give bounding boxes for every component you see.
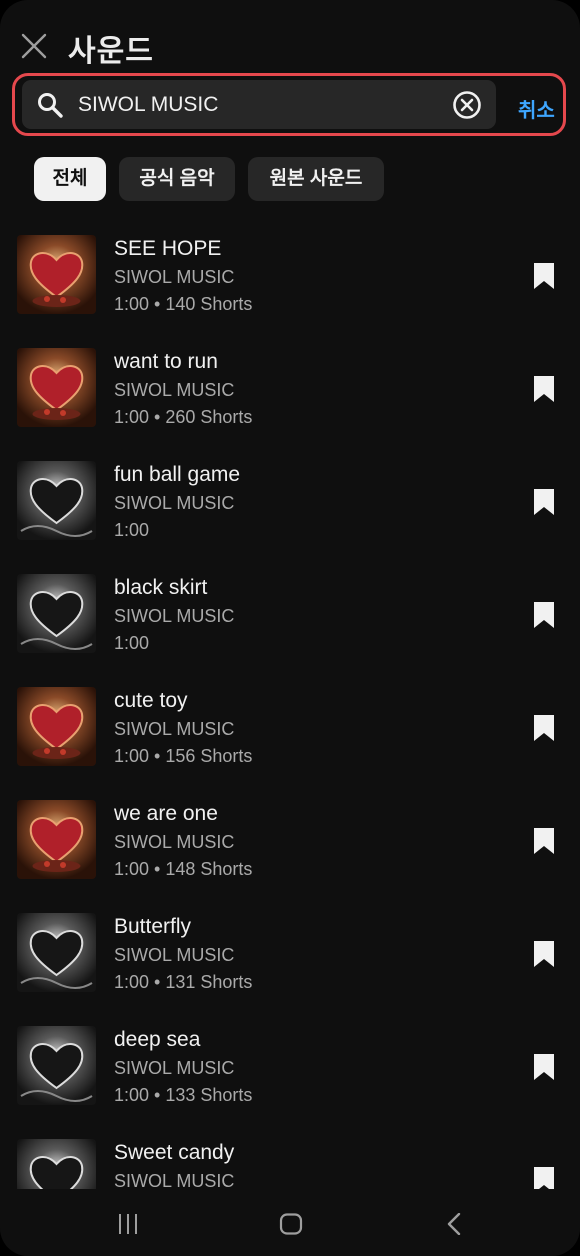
song-thumbnail <box>17 687 96 766</box>
song-meta: 1:00 • 260 Shorts <box>114 407 253 427</box>
recent-apps-icon[interactable] <box>116 1213 140 1235</box>
song-artist: SIWOL MUSIC <box>114 493 235 513</box>
song-meta: 1:00 <box>114 520 150 540</box>
song-title: fun ball game <box>114 463 241 486</box>
song-artist: SIWOL MUSIC <box>114 832 235 852</box>
song-title: want to run <box>114 350 218 373</box>
song-meta: 1:00 • 131 Shorts <box>114 972 253 992</box>
search-input[interactable]: SIWOL MUSIC <box>78 80 448 129</box>
song-thumbnail <box>17 800 96 879</box>
song-title: deep sea <box>114 1028 201 1051</box>
song-artist: SIWOL MUSIC <box>114 945 235 965</box>
song-row[interactable]: SEE HOPE SIWOL MUSIC 1:00 • 140 Shorts <box>0 235 580 348</box>
song-artist: SIWOL MUSIC <box>114 267 235 287</box>
song-meta: 1:00 <box>114 633 150 653</box>
bookmark-icon[interactable] <box>533 715 555 741</box>
song-title: black skirt <box>114 576 208 599</box>
song-meta: 1:00 • 140 Shorts <box>114 294 253 314</box>
back-icon[interactable] <box>444 1213 464 1235</box>
search-icon <box>38 93 63 118</box>
bookmark-icon[interactable] <box>533 941 555 967</box>
chip-original-sound[interactable]: 원본 사운드 <box>248 157 384 201</box>
song-row[interactable]: Butterfly SIWOL MUSIC 1:00 • 131 Shorts <box>0 913 580 1026</box>
song-thumbnail <box>17 461 96 540</box>
song-artist: SIWOL MUSIC <box>114 606 235 626</box>
song-thumbnail <box>17 574 96 653</box>
screen: 사운드 SIWOL MUSIC 취소 전체 공식 음악 원본 사운드 SEE H… <box>0 0 580 1256</box>
song-row[interactable]: want to run SIWOL MUSIC 1:00 • 260 Short… <box>0 348 580 461</box>
song-title: Butterfly <box>114 915 192 938</box>
close-icon[interactable] <box>18 30 50 62</box>
bookmark-icon[interactable] <box>533 828 555 854</box>
bookmark-icon[interactable] <box>533 602 555 628</box>
song-meta: 1:00 • 133 Shorts <box>114 1085 253 1105</box>
page-title: 사운드 <box>68 35 154 68</box>
song-artist: SIWOL MUSIC <box>114 1058 235 1078</box>
cancel-button[interactable]: 취소 <box>518 94 555 123</box>
song-thumbnail <box>17 913 96 992</box>
song-title: we are one <box>114 802 218 825</box>
chip-official-music[interactable]: 공식 음악 <box>119 157 235 201</box>
song-thumbnail <box>17 348 96 427</box>
song-row[interactable]: black skirt SIWOL MUSIC 1:00 <box>0 574 580 687</box>
clear-icon[interactable] <box>452 90 482 120</box>
song-row[interactable]: fun ball game SIWOL MUSIC 1:00 <box>0 461 580 574</box>
song-meta: 1:00 • 156 Shorts <box>114 746 253 766</box>
song-thumbnail <box>17 235 96 314</box>
song-row[interactable]: we are one SIWOL MUSIC 1:00 • 148 Shorts <box>0 800 580 913</box>
bookmark-icon[interactable] <box>533 376 555 402</box>
song-title: SEE HOPE <box>114 237 222 260</box>
song-row[interactable]: deep sea SIWOL MUSIC 1:00 • 133 Shorts <box>0 1026 580 1139</box>
song-artist: SIWOL MUSIC <box>114 380 235 400</box>
chip-all[interactable]: 전체 <box>34 157 106 201</box>
search-bar[interactable]: SIWOL MUSIC <box>22 80 496 129</box>
home-icon[interactable] <box>279 1213 303 1235</box>
song-artist: SIWOL MUSIC <box>114 719 235 739</box>
song-title: Sweet candy <box>114 1141 235 1164</box>
header: 사운드 <box>0 18 580 74</box>
song-title: cute toy <box>114 689 188 712</box>
song-thumbnail <box>17 1026 96 1105</box>
bookmark-icon[interactable] <box>533 1054 555 1080</box>
bookmark-icon[interactable] <box>533 489 555 515</box>
song-row[interactable]: cute toy SIWOL MUSIC 1:00 • 156 Shorts <box>0 687 580 800</box>
song-meta: 1:00 • 148 Shorts <box>114 859 253 879</box>
system-nav-bar <box>0 1189 580 1256</box>
bookmark-icon[interactable] <box>533 263 555 289</box>
